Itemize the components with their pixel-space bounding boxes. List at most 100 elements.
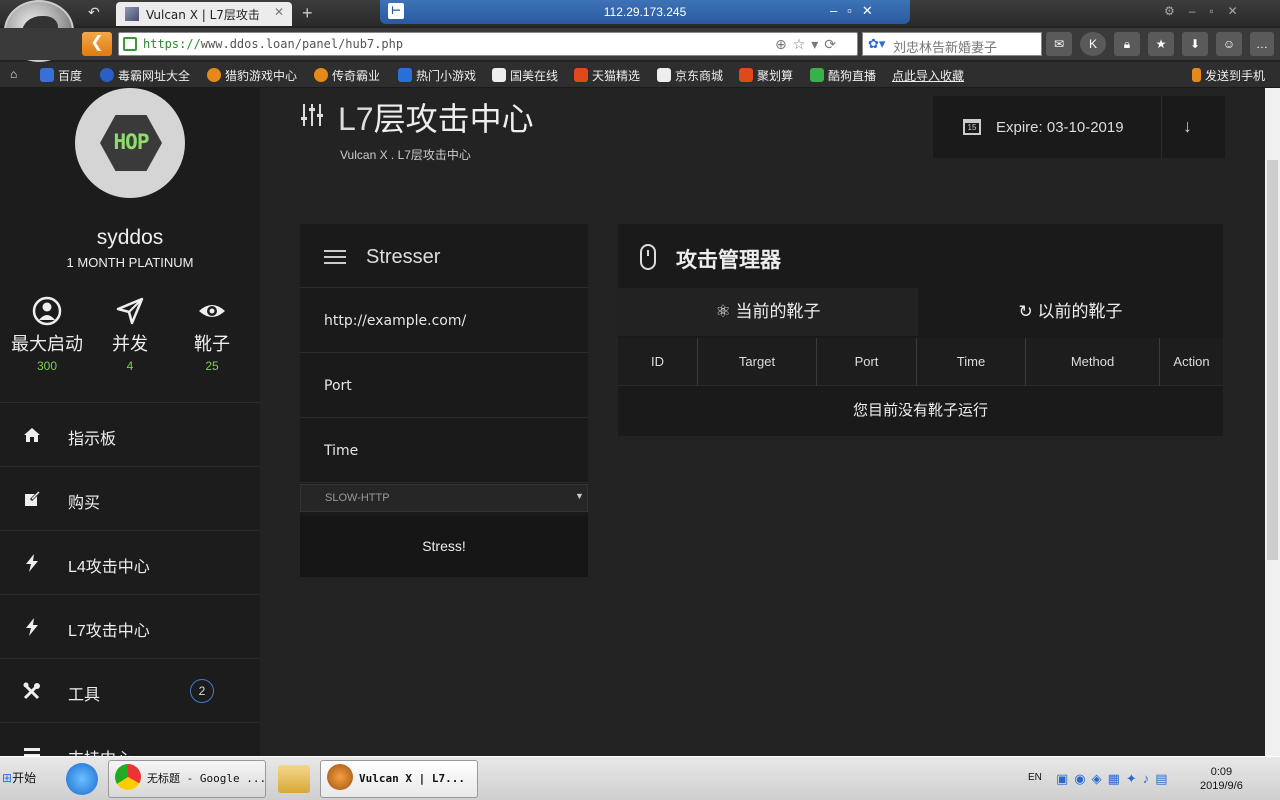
search-box[interactable]: ✿▾ 刘忠林告新婚妻子	[862, 32, 1042, 56]
game-icon[interactable]: ☺	[1216, 32, 1242, 56]
nav-l7-attack[interactable]: L7攻击中心	[0, 595, 260, 659]
bookmark-liebao-game[interactable]: 猎豹游戏中心	[207, 67, 297, 84]
bolt-icon	[26, 554, 38, 572]
search-text[interactable]: 刘忠林告新婚妻子	[893, 37, 997, 56]
import-bookmarks-link[interactable]: 点此导入收藏	[892, 67, 964, 84]
task-browser[interactable]: Vulcan X | L7...	[320, 760, 478, 798]
stress-button[interactable]: Stress!	[300, 516, 588, 577]
menu-more-icon[interactable]: …	[1250, 32, 1274, 56]
lock-tool-icon[interactable]: 🔒︎	[1114, 32, 1140, 56]
attack-manager-panel: 攻击管理器 ⚛ 当前的靴子 ↻ 以前的靴子 ID Target Port Tim…	[618, 224, 1223, 436]
stat-value: 25	[205, 359, 219, 373]
url-field	[300, 289, 588, 353]
k-icon[interactable]: K	[1080, 32, 1106, 56]
nav-label: L7攻击中心	[68, 623, 150, 640]
page-icon	[492, 68, 506, 82]
hop-logo-text: HOP	[113, 130, 150, 154]
scroll-thumb[interactable]	[1267, 160, 1278, 560]
address-bar[interactable]: https://www.ddos.loan/panel/hub7.php ⊕☆▾…	[118, 32, 858, 56]
stat-label: 靴子	[194, 334, 230, 354]
tab-current-boots[interactable]: ⚛ 当前的靴子	[618, 288, 918, 336]
bookmark-chuanqi[interactable]: 传奇霸业	[314, 67, 380, 84]
window-controls[interactable]: ⚙–▫✕	[1164, 4, 1252, 18]
page-title: L7层攻击中心	[338, 101, 534, 137]
nav-tools[interactable]: 工具 2	[0, 659, 260, 723]
nav-purchase[interactable]: 购买	[0, 467, 260, 531]
download-icon[interactable]: ⬇	[1182, 32, 1208, 56]
col-action: Action	[1173, 354, 1210, 369]
taobao-icon	[574, 68, 588, 82]
time-field	[300, 419, 588, 483]
arrow-down-icon[interactable]: ↓	[1183, 116, 1192, 137]
clock[interactable]: 0:09 2019/9/6	[1200, 765, 1243, 793]
col-port: Port	[817, 338, 917, 386]
tab-favicon-icon	[125, 7, 139, 21]
col-target: Target	[698, 338, 817, 386]
avatar[interactable]: HOP	[75, 88, 185, 198]
star-tool-icon[interactable]: ★	[1148, 32, 1174, 56]
tools-badge: 2	[190, 679, 214, 703]
tab-previous-boots[interactable]: ↻ 以前的靴子	[918, 288, 1223, 336]
eye-icon	[199, 305, 225, 317]
breadcrumb: Vulcan X . L7层攻击中心	[340, 148, 471, 162]
bookmark-gome[interactable]: 国美在线	[492, 67, 558, 84]
phone-icon	[1192, 68, 1201, 82]
stresser-panel: Stresser SLOW-HTTP ▼ Stress!	[300, 224, 588, 577]
paper-plane-icon	[116, 297, 144, 325]
tray-icons[interactable]: ▣◉◈▦✦♪▤	[1056, 771, 1174, 787]
stat-value: 4	[126, 359, 134, 373]
stat-value: 300	[36, 359, 58, 373]
user-icon	[32, 296, 62, 326]
send-to-phone[interactable]: 发送到手机	[1192, 67, 1265, 84]
main-content: L7层攻击中心 Vulcan X . L7层攻击中心 15 Expire: 03…	[260, 88, 1265, 756]
bookmark-kugou[interactable]: 酷狗直播	[810, 67, 876, 84]
windows-icon: ⊞	[2, 771, 13, 785]
scrollbar[interactable]	[1265, 88, 1280, 756]
bookmark-baidu[interactable]: 百度	[40, 67, 82, 84]
atom-icon: ⚛	[715, 302, 736, 321]
calendar-icon: 15	[963, 119, 981, 135]
k-icon	[100, 68, 114, 82]
task-chrome[interactable]: 无标题 - Google ...	[108, 760, 266, 798]
liebao-icon	[327, 764, 353, 790]
url-text[interactable]: https://www.ddos.loan/panel/hub7.php	[143, 37, 403, 51]
home-icon[interactable]: ⌂	[10, 67, 17, 81]
expire-date: Expire: 03-10-2019	[996, 119, 1124, 136]
bookmark-jd[interactable]: 京东商城	[657, 67, 723, 84]
port-field	[300, 354, 588, 418]
nav-l4-attack[interactable]: L4攻击中心	[0, 531, 260, 595]
bookmark-juhuasuan[interactable]: 聚划算	[739, 67, 793, 84]
new-tab-button[interactable]: +	[302, 3, 313, 24]
tab-active[interactable]: Vulcan X | L7层攻击 ✕	[116, 2, 292, 26]
time-input[interactable]	[300, 419, 588, 483]
menu-icon	[324, 250, 346, 264]
bookmark-tmall[interactable]: 天猫精选	[574, 67, 640, 84]
kugou-icon	[810, 68, 824, 82]
game-icon	[314, 68, 328, 82]
method-select[interactable]: SLOW-HTTP ▼	[300, 484, 588, 512]
folder-icon[interactable]	[278, 765, 310, 793]
language-indicator[interactable]: EN	[1028, 772, 1042, 783]
mail-icon[interactable]: ✉	[1046, 32, 1072, 56]
stat-label: 最大启动	[11, 334, 83, 354]
tab-close-icon[interactable]: ✕	[274, 5, 284, 19]
nav-label: 支持中心	[68, 745, 132, 756]
bookmark-duba[interactable]: 毒霸网址大全	[100, 67, 190, 84]
divider	[1161, 96, 1162, 158]
port-input[interactable]	[300, 354, 588, 418]
target-url-input[interactable]	[300, 289, 588, 353]
bookmarks-bar: ⌂ 百度 毒霸网址大全 猎豹游戏中心 传奇霸业 热门小游戏 国美在线 天猫精选 …	[0, 62, 1280, 88]
hop-logo: HOP	[100, 115, 162, 171]
remote-window-controls[interactable]: –▫✕	[830, 3, 883, 19]
stat-boots: 靴子 25	[167, 296, 257, 373]
back-button[interactable]: ❮	[82, 32, 112, 56]
ie-icon[interactable]	[66, 763, 98, 795]
nav-support[interactable]: 支持中心	[0, 723, 260, 756]
paw-search-icon: ✿▾	[868, 36, 886, 51]
url-tools-icons[interactable]: ⊕☆▾⟳	[775, 36, 842, 53]
undo-close-icon[interactable]: ↶	[88, 4, 100, 21]
nav-dashboard[interactable]: 指示板	[0, 403, 260, 467]
bookmark-hot-games[interactable]: 热门小游戏	[398, 67, 476, 84]
list-icon	[24, 748, 40, 756]
start-button[interactable]: ⊞开始	[2, 769, 36, 786]
